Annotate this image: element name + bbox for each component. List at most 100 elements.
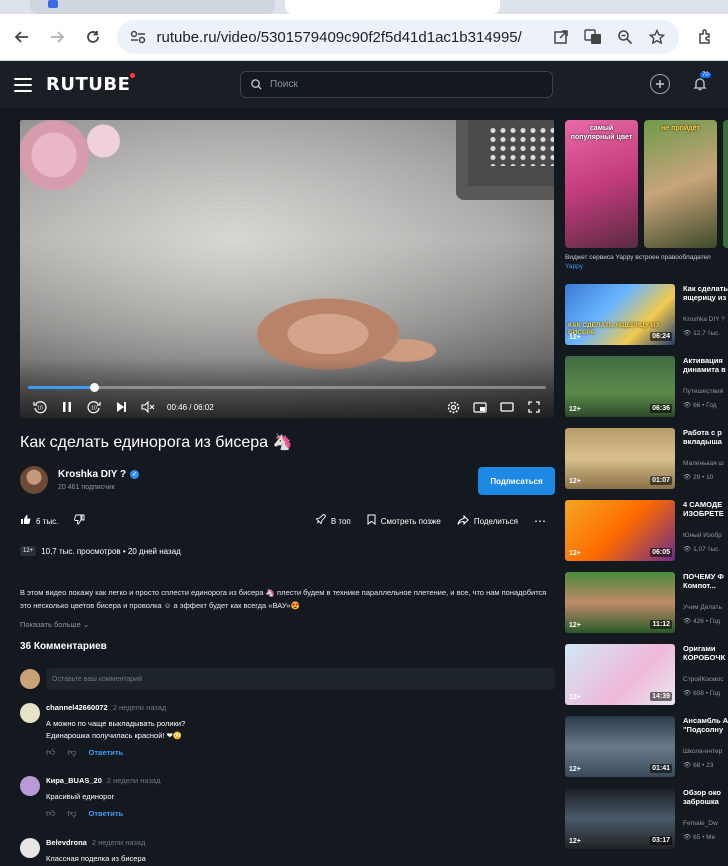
comment-author[interactable]: Belevdrona [46, 838, 87, 847]
browser-tab-active[interactable] [285, 0, 500, 14]
theater-mode-icon[interactable] [497, 399, 517, 415]
recommendation-thumbnail[interactable]: 12+ 01:07 [565, 428, 675, 489]
age-rating-badge: 12+ [569, 478, 581, 485]
show-more-link[interactable]: Показать больше ⌄ [20, 620, 89, 629]
yappy-card[interactable]: не пройдёт [644, 120, 717, 248]
progress-handle[interactable] [89, 383, 99, 392]
recommendation-thumbnail[interactable]: 12+ 14:39 [565, 644, 675, 705]
age-rating-badge: 12+ [569, 694, 581, 701]
reload-icon[interactable] [79, 23, 107, 51]
url-text: rutube.ru/video/5301579409c90f2f5d41d1ac… [156, 28, 522, 46]
recommendation-item[interactable]: 12+ 01:07 Работа с р вкладыша Маленькая ш 👁︎ … [565, 428, 728, 490]
menu-icon[interactable] [14, 77, 32, 92]
recommendation-thumbnail[interactable]: 12+ 03:17 [565, 788, 675, 849]
comment-input[interactable]: Оставьте ваш комментарий [46, 668, 555, 690]
comment-avatar[interactable] [20, 703, 40, 723]
upload-icon[interactable] [650, 74, 670, 94]
progress-bar[interactable] [28, 383, 546, 392]
comment-author[interactable]: Кира_BUAS_20 [46, 776, 102, 785]
like-button[interactable]: 6 тыс. [20, 514, 58, 528]
subscribe-button[interactable]: Подписаться [478, 467, 555, 495]
mute-icon[interactable] [138, 399, 158, 415]
recommendation-item[interactable]: 12+ 11:12 ПОЧЕМУ Ф Компот... Учим Делать 👁︎ 4… [565, 572, 728, 634]
comment-avatar[interactable] [20, 776, 40, 796]
back-icon[interactable] [8, 23, 36, 51]
dislike-button[interactable] [74, 514, 90, 528]
video-player[interactable]: 10 10 00:46 / 06:02 [20, 120, 554, 418]
comment-dislike-icon[interactable]: 👎︎ [67, 747, 76, 758]
recommendation-author[interactable]: Female_Dw [683, 820, 718, 827]
recommendation-item[interactable]: 12+ 01:41 Ансамбль А "Подсолну Школа-интер 👁︎… [565, 716, 728, 778]
channel-avatar[interactable] [20, 466, 48, 494]
recommendation-title[interactable]: Оригами КОРОБОЧК [683, 644, 728, 662]
reply-button[interactable]: Ответить [89, 809, 124, 818]
recommendation-author[interactable]: Маленькая ш [683, 460, 724, 467]
recommendation-title[interactable]: ПОЧЕМУ Ф Компот... [683, 572, 728, 590]
recommendation-author[interactable]: Юный Изобр [683, 532, 722, 539]
comment-text: Красивый единорог [46, 792, 115, 801]
chevron-down-icon: ⌄ [82, 620, 90, 629]
forward-10-icon[interactable]: 10 [84, 399, 104, 415]
notifications-icon[interactable]: 70 [690, 72, 711, 94]
top-button[interactable]: В топ [315, 514, 351, 528]
age-rating-badge: 12+ [569, 622, 581, 629]
pause-icon[interactable] [57, 399, 77, 415]
comment-item: channel42660072 2 недели назад А можно по… [20, 703, 555, 758]
comment-like-icon[interactable]: 👍︎ [46, 808, 55, 819]
recommendation-author[interactable]: Учим Делать [683, 604, 722, 611]
channel-name[interactable]: Kroshka DIY ? [58, 469, 126, 480]
recommendation-title[interactable]: Активация динамита в [683, 356, 728, 374]
search-placeholder: Поиск [270, 79, 298, 90]
comment-like-icon[interactable]: 👍︎ [46, 747, 55, 758]
site-settings-icon[interactable] [127, 26, 149, 48]
extensions-icon[interactable] [693, 23, 721, 51]
share-button[interactable]: Поделиться [457, 514, 518, 528]
recommendation-item[interactable]: 12+ 03:17 Обзор око заброшка Female_Dw 👁︎ 65 … [565, 788, 728, 850]
comment-avatar[interactable] [20, 838, 40, 858]
yappy-card[interactable] [723, 120, 728, 248]
recommendation-item[interactable]: КАК СДЕЛАТЬ ЯЩЕРИЦУ ИЗ БИСЕРА 12+ 06:24 Как… [565, 284, 728, 346]
recommendation-title[interactable]: Как сделать ящерицу из [683, 284, 728, 302]
comment-dislike-icon[interactable]: 👎︎ [67, 808, 76, 819]
views-eye-icon: 👁︎ [683, 330, 694, 337]
miniplayer-icon[interactable] [470, 399, 490, 415]
yappy-card[interactable]: самый популярный цвет [565, 120, 638, 248]
more-options-icon[interactable]: ⋯ [534, 514, 547, 528]
search-input[interactable]: Поиск [240, 71, 553, 98]
browser-tab[interactable] [30, 0, 275, 14]
recommendation-title[interactable]: 4 САМОДЕ ИЗОБРЕТЕ [683, 500, 728, 518]
watch-later-button[interactable]: Смотреть позже [367, 514, 441, 528]
recommendation-meta: 👁︎ 29 • 10 [683, 474, 714, 481]
recommendation-thumbnail[interactable]: 12+ 06:36 [565, 356, 675, 417]
translate-icon[interactable] [581, 25, 605, 49]
open-in-app-icon[interactable] [549, 25, 573, 49]
recommendation-thumbnail[interactable]: 12+ 06:05 [565, 500, 675, 561]
forward-icon[interactable] [44, 23, 72, 51]
zoom-icon[interactable] [613, 25, 637, 49]
recommendation-author[interactable]: Путешествия [683, 388, 723, 395]
yappy-brand-link[interactable]: Yappy [565, 263, 728, 270]
recommendation-item[interactable]: 12+ 06:36 Активация динамита в Путешествия 👁︎… [565, 356, 728, 418]
recommendation-meta: 👁︎ 608 • Год [683, 690, 721, 697]
recommendation-thumbnail[interactable]: 12+ 11:12 [565, 572, 675, 633]
recommendation-item[interactable]: 12+ 06:05 4 САМОДЕ ИЗОБРЕТЕ Юный Изобр 👁︎ 1,0… [565, 500, 728, 562]
fullscreen-icon[interactable] [524, 399, 544, 415]
recommendation-title[interactable]: Обзор око заброшка [683, 788, 728, 806]
reply-button[interactable]: Ответить [89, 748, 124, 757]
settings-gear-icon[interactable] [443, 399, 463, 415]
recommendation-author[interactable]: Kroshka DIY ? [683, 316, 725, 323]
address-bar[interactable]: rutube.ru/video/5301579409c90f2f5d41d1ac… [116, 20, 679, 54]
recommendation-title[interactable]: Работа с р вкладыша [683, 428, 728, 446]
recommendation-item[interactable]: 12+ 14:39 Оригами КОРОБОЧК СтройКосмос 👁︎ 608… [565, 644, 728, 706]
rutube-logo[interactable]: RUTUBE [46, 73, 136, 95]
comment-author[interactable]: channel42660072 [46, 703, 108, 712]
recommendation-author[interactable]: СтройКосмос [683, 676, 724, 683]
recommendation-author[interactable]: Школа-интер [683, 748, 722, 755]
bookmark-star-icon[interactable] [645, 25, 669, 49]
recommendation-thumbnail[interactable]: КАК СДЕЛАТЬ ЯЩЕРИЦУ ИЗ БИСЕРА 12+ 06:24 [565, 284, 675, 345]
rewind-10-icon[interactable]: 10 [30, 399, 50, 415]
next-video-icon[interactable] [111, 399, 131, 415]
comment-date: 2 недели назад [106, 776, 161, 785]
recommendation-thumbnail[interactable]: 12+ 01:41 [565, 716, 675, 777]
recommendation-title[interactable]: Ансамбль А "Подсолну [683, 716, 728, 734]
